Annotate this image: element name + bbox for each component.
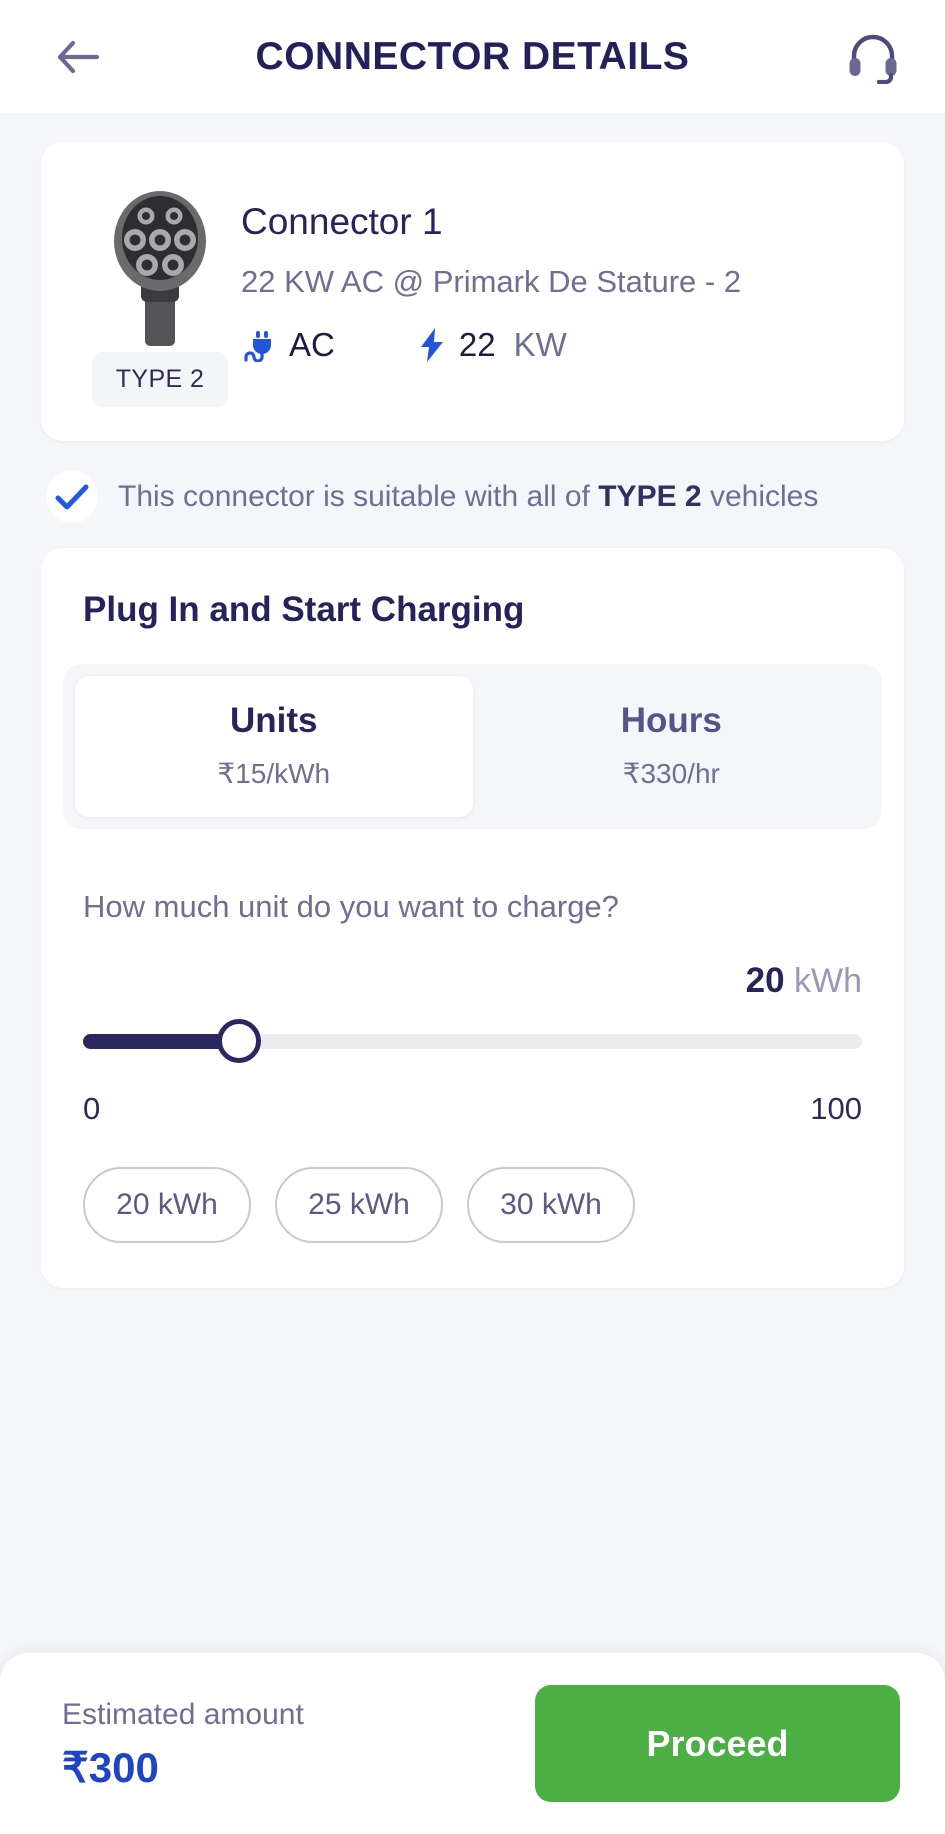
connector-subtitle: 22 KW AC @ Primark De Stature - 2 [241, 263, 742, 299]
charge-slider[interactable] [83, 1019, 862, 1063]
estimate-label: Estimated amount [62, 1698, 304, 1731]
slider-value-unit: kWh [794, 962, 862, 1000]
support-button[interactable] [843, 27, 903, 87]
charge-mode-toggle: Units ₹15/kWh Hours ₹330/hr [63, 664, 882, 829]
connector-info: Connector 1 22 KW AC @ Primark De Statur… [241, 186, 866, 407]
connector-visual: TYPE 2 [79, 186, 241, 407]
slider-range-labels: 0 100 [83, 1091, 862, 1127]
suitability-notice: This connector is suitable with all of T… [46, 471, 904, 523]
lightning-bolt-icon [420, 327, 443, 362]
suitability-type: TYPE 2 [598, 480, 702, 513]
tab-hours[interactable]: Hours ₹330/hr [473, 676, 871, 817]
connector-card: TYPE 2 Connector 1 22 KW AC @ Primark De… [41, 142, 904, 441]
chip-option-2[interactable]: 25 kWh [275, 1167, 443, 1243]
tab-hours-price: ₹330/hr [622, 758, 720, 789]
suitability-text-before: This connector is suitable with all of [118, 480, 599, 513]
check-badge [46, 471, 98, 523]
current-type-value: AC [289, 325, 335, 363]
arrow-left-icon [57, 40, 99, 73]
chip-option-3[interactable]: 30 kWh [467, 1167, 635, 1243]
quick-amount-chips: 20 kWh 25 kWh 30 kWh [83, 1167, 882, 1243]
spec-current-type: AC [241, 326, 335, 364]
ev-plug-icon [114, 191, 206, 346]
page-title: CONNECTOR DETAILS [255, 34, 690, 78]
power-value: 22 [458, 325, 496, 363]
app-header: CONNECTOR DETAILS [0, 0, 945, 113]
back-button[interactable] [50, 29, 106, 85]
charge-amount-question: How much unit do you want to charge? [83, 889, 619, 924]
check-icon [55, 484, 89, 510]
plug-icon [244, 330, 271, 362]
slider-max-label: 100 [810, 1091, 862, 1126]
headset-icon [849, 34, 897, 84]
slider-min-label: 0 [83, 1091, 101, 1126]
page-content: TYPE 2 Connector 1 22 KW AC @ Primark De… [0, 113, 945, 1288]
slider-value-display: 20 kWh [83, 961, 862, 1001]
charge-slider-block: 20 kWh 0 100 [83, 961, 862, 1127]
estimate-amount: ₹300 [62, 1744, 159, 1791]
charging-section-title: Plug In and Start Charging [83, 590, 525, 629]
suitability-text: This connector is suitable with all of T… [118, 480, 818, 514]
charging-card: Plug In and Start Charging Units ₹15/kWh… [41, 548, 904, 1288]
power-unit: KW [513, 325, 567, 363]
suitability-text-after: vehicles [701, 480, 819, 513]
slider-thumb[interactable] [216, 1019, 261, 1063]
slider-track-fill [83, 1033, 239, 1049]
spec-power: 22 KW [419, 326, 567, 364]
proceed-button[interactable]: Proceed [535, 1685, 900, 1802]
chip-option-1[interactable]: 20 kWh [83, 1167, 251, 1243]
bottom-action-bar: Estimated amount ₹300 Proceed [0, 1653, 945, 1834]
connector-name: Connector 1 [241, 201, 443, 242]
tab-units-label: Units [230, 701, 318, 740]
slider-value-number: 20 [745, 961, 785, 1000]
connector-specs: AC 22 KW [241, 326, 866, 364]
tab-hours-label: Hours [620, 701, 722, 740]
connector-type-chip: TYPE 2 [91, 352, 229, 407]
tab-units[interactable]: Units ₹15/kWh [75, 676, 473, 817]
estimate-block: Estimated amount ₹300 [62, 1698, 304, 1789]
tab-units-price: ₹15/kWh [217, 758, 331, 789]
